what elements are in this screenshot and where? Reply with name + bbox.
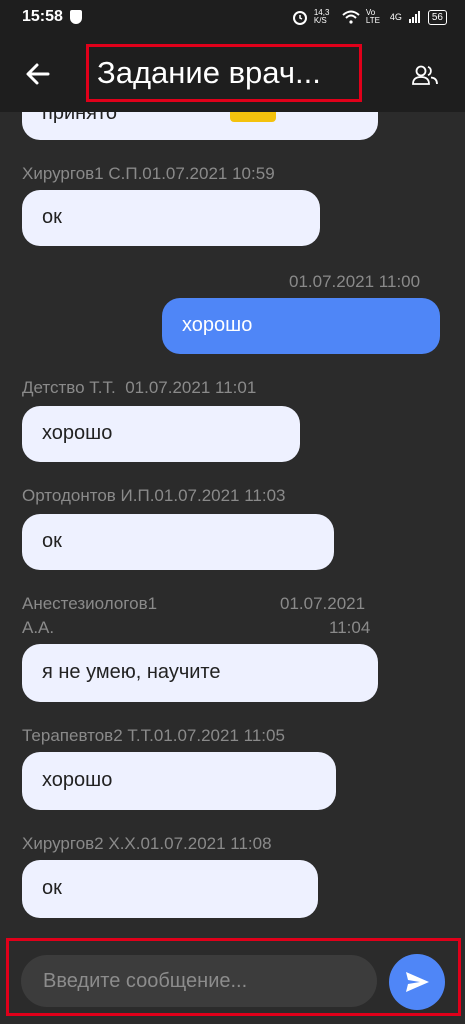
message-text: хорошо [42, 422, 113, 444]
emoji-sticker [230, 112, 276, 122]
message-text: ок [42, 206, 62, 228]
back-arrow-icon[interactable] [20, 56, 56, 92]
status-bar: 15:58 14,3 K/S Vo LTE 4G 56 [0, 0, 465, 36]
message-bubble: хорошо [22, 406, 300, 462]
signal-label: 4G [389, 12, 402, 22]
message-meta: Хирургов1 С.П.01.07.2021 10:59 [22, 164, 275, 183]
wifi-icon [342, 10, 360, 24]
message-list[interactable]: принято Хирургов1 С.П.01.07.2021 10:59 о… [0, 112, 465, 936]
message-bubble: ок [22, 190, 320, 246]
message-text: хорошо [182, 314, 253, 336]
status-icons: 14,3 K/S Vo LTE 4G 56 [292, 9, 447, 25]
message-text: ок [42, 530, 62, 552]
battery-indicator: 56 [427, 9, 447, 25]
send-button[interactable] [389, 954, 445, 1010]
message-meta-date: 01.07.2021 [280, 594, 366, 613]
message-composer [6, 938, 461, 1016]
message-bubble-outgoing: хорошо [162, 298, 440, 354]
message-bubble: ок [22, 514, 334, 570]
message-text: хорошо [42, 769, 113, 791]
lte-label: Vo LTE [365, 8, 380, 25]
message-meta: Ортодонтов И.П.01.07.2021 11:03 [22, 486, 286, 505]
status-time: 15:58 [22, 8, 63, 25]
message-text: я не умею, научите [42, 661, 221, 683]
send-icon [406, 972, 429, 992]
alarm-icon [292, 11, 307, 25]
signal-icon [408, 11, 420, 23]
message-bubble: ок [22, 860, 318, 918]
message-meta-name-initials: А.А. [22, 618, 55, 637]
page-title: Задание врач... [86, 44, 362, 102]
message-bubble: хорошо [22, 752, 336, 810]
app-bar: Задание врач... [0, 36, 465, 112]
message-text: ок [42, 877, 62, 899]
group-members-icon[interactable] [410, 60, 440, 90]
message-bubble: принято [22, 112, 378, 140]
message-meta: Хирургов2 Х.Х.01.07.2021 11:08 [22, 834, 272, 853]
message-input[interactable] [21, 955, 377, 1007]
shield-icon [70, 10, 82, 24]
message-meta: Терапевтов2 Т.Т.01.07.2021 11:05 [22, 726, 285, 745]
message-bubble: я не умею, научите [22, 644, 378, 702]
message-meta: Детство Т.Т. 01.07.2021 11:01 [22, 378, 257, 397]
message-text: принято [42, 112, 118, 124]
message-meta: 01.07.2021 11:00 [289, 272, 421, 291]
message-meta-time: 11:04 [329, 618, 371, 637]
message-meta-name: Анестезиологов1 [22, 594, 158, 613]
network-speed: 14,3 K/S [313, 8, 330, 25]
